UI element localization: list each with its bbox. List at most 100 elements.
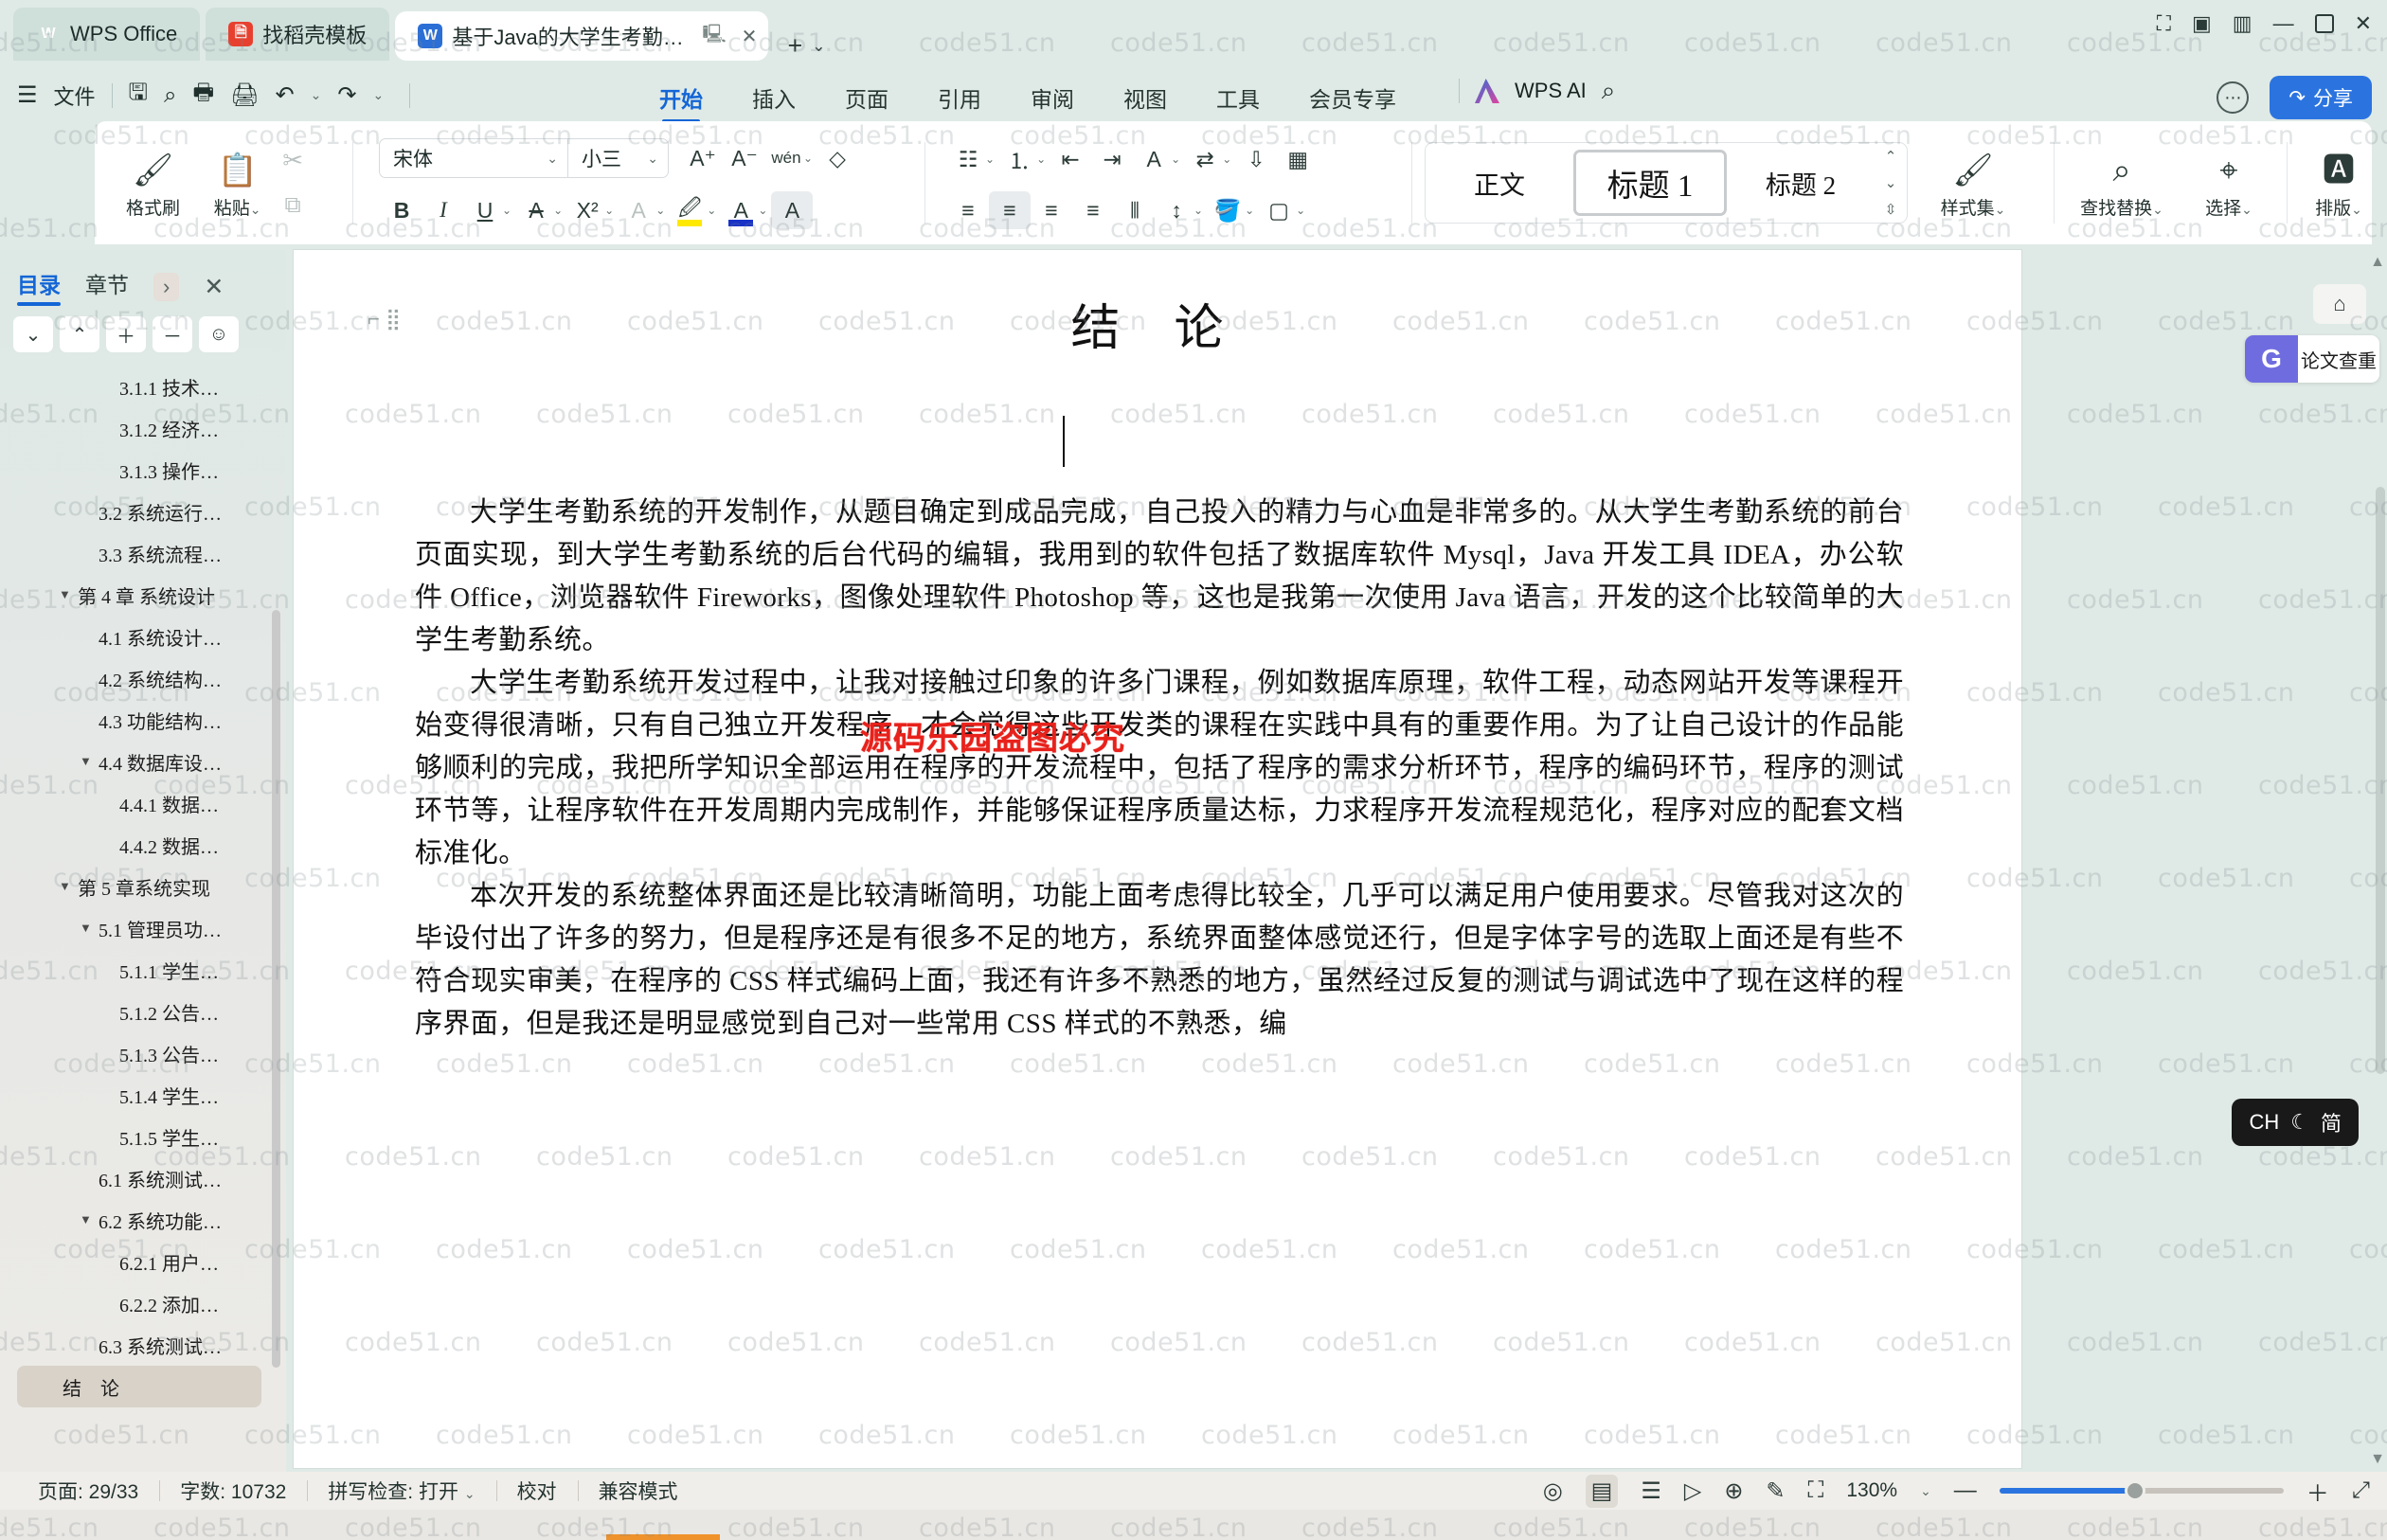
document-body[interactable]: 大学生考勤系统的开发制作，从题目确定到成品完成，自己投入的精力与心血是非常多的。… [415, 492, 1904, 1046]
toc-item[interactable]: 4.4.2 数据… [0, 824, 278, 866]
font-color-button[interactable]: A [720, 191, 762, 229]
toc-item[interactable]: 5.1.2 公告… [0, 991, 278, 1032]
style-normal[interactable]: 正文 [1426, 165, 1573, 202]
decrease-indent-icon[interactable]: ⇤ [1050, 140, 1091, 178]
align-justify-icon[interactable]: ≡ [1072, 191, 1114, 229]
chevron-down-icon[interactable]: ⌄ [250, 202, 261, 217]
chevron-down-icon[interactable]: ⌄ [985, 152, 995, 166]
toc-item[interactable]: 6.2.1 用户… [0, 1241, 278, 1282]
chevron-down-icon[interactable]: ⌄ [647, 151, 658, 167]
shrink-font-icon[interactable]: A⁻ [724, 139, 765, 177]
typeset-button[interactable]: 🅰 排版⌄ [2298, 154, 2379, 220]
bold-button[interactable]: B [381, 191, 422, 229]
chevron-down-icon[interactable]: ⌄ [553, 204, 563, 217]
toc-item[interactable]: 4.2 系统结构… [0, 657, 278, 699]
borders-icon[interactable]: ▢ [1258, 191, 1300, 229]
file-menu-button[interactable]: 文件 [54, 81, 96, 111]
toc-item[interactable]: 5.1.1 学生… [0, 949, 278, 991]
ribbon-tab-review[interactable]: 审阅 [1025, 74, 1080, 123]
chevron-down-icon[interactable]: ⌄ [547, 151, 558, 167]
toc-item[interactable]: 6.2.2 添加… [0, 1282, 278, 1324]
eraser-icon[interactable]: ◇ [817, 139, 858, 177]
chevron-down-icon[interactable]: ⌄ [1920, 1483, 1931, 1499]
line-spacing-swap-icon[interactable]: ⇄ [1184, 140, 1226, 178]
more-options-icon[interactable]: ⋯ [2216, 81, 2250, 114]
new-tab-area[interactable]: + ⌄ [787, 31, 825, 61]
zoom-out-button[interactable]: — [1954, 1477, 1977, 1504]
chevron-down-icon[interactable]: ⌄ [1296, 204, 1305, 217]
cut-icon[interactable]: ✂ [282, 146, 303, 175]
zoom-slider-knob[interactable] [2124, 1480, 2145, 1501]
chevron-down-icon[interactable]: ⌄ [604, 204, 614, 217]
style-set-button[interactable]: 🖌 样式集⌄ [1932, 154, 2014, 220]
styles-scroll-up-icon[interactable]: ⌃ [1885, 148, 1897, 165]
ribbon-tab-page[interactable]: 页面 [839, 74, 894, 123]
compatibility-mode[interactable]: 兼容模式 [577, 1477, 699, 1505]
print-icon[interactable]: 🖶 [192, 76, 214, 115]
page-indicator[interactable]: 页面: 29/33 [17, 1477, 159, 1505]
toc-item[interactable]: ▼ 6.2 系统功能… [0, 1199, 278, 1241]
expand-triangle-icon[interactable]: ▼ [59, 879, 72, 894]
toc-item[interactable]: 3.2 系统运行… [0, 491, 278, 532]
paragraph-shading-icon[interactable]: 🪣 [1207, 191, 1248, 229]
pen-markup-icon[interactable]: ✎ [1766, 1477, 1785, 1505]
toc-item[interactable]: 3.3 系统流程… [0, 532, 278, 574]
align-right-icon[interactable]: ≡ [1031, 191, 1072, 229]
toc-item[interactable]: ▼ 第 4 章 系统设计 [0, 574, 278, 616]
close-tab-icon[interactable]: ✕ [742, 25, 758, 48]
toc-item[interactable]: 5.1.5 学生… [0, 1116, 278, 1157]
align-left-icon[interactable]: ≡ [947, 191, 989, 229]
grow-font-icon[interactable]: A⁺ [682, 139, 724, 177]
style-heading-2[interactable]: 标题 2 [1727, 165, 1875, 202]
box-icon[interactable]: ▣ [2192, 13, 2212, 34]
toc-item[interactable]: 6.3 系统测试… [0, 1324, 278, 1366]
document-page[interactable]: ⌐ ⣿ 结 论 大学生考勤系统的开发制作，从题目确定到成品完成，自己投入的精力与… [294, 250, 2021, 1468]
document-scrollbar[interactable]: ▲ ▼ [2370, 250, 2387, 1472]
fit-page-icon[interactable]: ⛶ [1808, 1477, 1824, 1504]
close-window-button[interactable]: ✕ [2355, 13, 2372, 34]
expand-panel-icon[interactable]: › [153, 272, 180, 301]
settings-button[interactable]: ☺ [199, 316, 239, 352]
restore-layout-icon[interactable]: ⛶ [2157, 13, 2171, 34]
toc-scrollbar[interactable] [272, 610, 280, 1368]
zoom-slider[interactable] [1999, 1480, 2284, 1501]
nav-tab-chapters[interactable]: 章节 [85, 267, 129, 306]
fullscreen-icon[interactable]: ⤢ [2352, 1477, 2370, 1504]
toc-item[interactable]: 3.1.2 经济… [0, 407, 278, 449]
style-heading-1[interactable]: 标题 1 [1573, 150, 1727, 216]
chevron-down-icon[interactable]: ⌄ [803, 152, 813, 165]
styles-scroll-down-icon[interactable]: ⌄ [1885, 174, 1897, 191]
tab-wps-office[interactable]: W WPS Office [13, 8, 201, 61]
chevron-down-icon[interactable]: ⌄ [1245, 204, 1254, 217]
presentation-icon[interactable]: ▷ [1684, 1477, 1701, 1505]
spellcheck-status[interactable]: 拼写检查: 打开 ⌄ [307, 1477, 495, 1505]
character-shading-button[interactable]: A [771, 191, 814, 229]
undo-icon[interactable]: ↶ [276, 81, 295, 109]
redo-icon[interactable]: ↷ [337, 81, 356, 109]
monitor-icon[interactable]: 🖳 [702, 21, 726, 51]
toc-item[interactable]: 3.1.1 技术… [0, 366, 278, 407]
share-button[interactable]: ↷ 分享 [2270, 76, 2372, 119]
undo-caret-icon[interactable]: ⌄ [311, 87, 322, 103]
toc-item[interactable]: 4.3 功能结构… [0, 699, 278, 741]
expand-triangle-icon[interactable]: ▼ [80, 754, 93, 769]
ribbon-tab-view[interactable]: 视图 [1118, 74, 1173, 123]
align-center-icon[interactable]: ≡ [989, 191, 1031, 229]
tab-docer-template[interactable]: 🗎 找稻壳模板 [206, 8, 390, 61]
text-effects-button[interactable]: A [618, 191, 659, 229]
collapse-up-button[interactable]: ⌃ [60, 316, 99, 352]
phonetic-guide-icon[interactable]: wén [765, 139, 807, 177]
chevron-down-icon[interactable]: ⌄ [1171, 152, 1180, 166]
new-tab-button[interactable]: + [787, 31, 802, 61]
ribbon-tab-member[interactable]: 会员专享 [1303, 74, 1402, 123]
numbered-list-icon[interactable]: ⒈ [998, 140, 1040, 178]
chevron-down-icon[interactable]: ⌄ [1222, 152, 1231, 166]
toc-item[interactable]: 结 论 [17, 1366, 261, 1407]
toc-item[interactable]: 4.4.1 数据… [0, 782, 278, 824]
line-spacing-icon[interactable]: ↕ [1156, 191, 1197, 229]
phonetic-guide-icon[interactable]: A [1133, 140, 1175, 178]
scroll-up-icon[interactable]: ▲ [2370, 254, 2385, 271]
scroll-thumb[interactable] [2376, 487, 2385, 1074]
web-view-icon[interactable]: ⊕ [1724, 1477, 1743, 1505]
show-paragraph-marks-icon[interactable]: ▦ [1277, 140, 1319, 178]
